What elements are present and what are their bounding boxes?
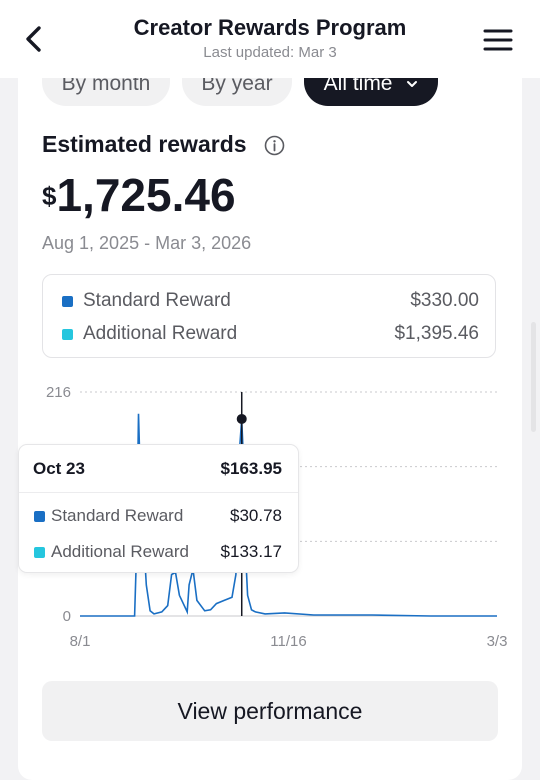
- scrollbar[interactable]: [531, 322, 536, 432]
- chart-tooltip: Oct 23 $163.95 Standard Reward $30.78 Ad…: [18, 444, 299, 573]
- tooltip-row-value: $30.78: [230, 506, 282, 525]
- tooltip-swatch-additional: [34, 547, 45, 558]
- x-tick-label: 11/16: [270, 633, 306, 650]
- x-tick-label: 3/3: [487, 633, 508, 650]
- top-bar: Creator Rewards Program Last updated: Ma…: [0, 0, 540, 78]
- page-title: Creator Rewards Program: [133, 15, 407, 40]
- rewards-chart[interactable]: 216 0 8/1 11/16 3/3: [0, 0, 540, 764]
- tooltip-swatch-standard: [34, 511, 45, 522]
- tooltip-total: $163.95: [220, 459, 282, 478]
- hamburger-menu-icon[interactable]: [482, 26, 514, 54]
- tooltip-row-name: Additional Reward: [51, 542, 189, 561]
- x-tick-label: 8/1: [70, 633, 91, 650]
- tooltip-date: Oct 23: [33, 459, 85, 478]
- chart-cursor-point: [236, 413, 247, 424]
- tooltip-divider: [19, 492, 298, 493]
- tooltip-row-name: Standard Reward: [51, 506, 184, 525]
- tooltip-row-value: $133.17: [220, 542, 282, 561]
- last-updated-text: Last updated: Mar 3: [203, 44, 337, 61]
- tooltip-row-additional: Additional Reward $133.17: [19, 540, 298, 564]
- tooltip-row-standard: Standard Reward $30.78: [19, 504, 298, 528]
- y-tick-label: 216: [46, 384, 71, 401]
- view-performance-button[interactable]: View performance: [42, 681, 498, 741]
- y-tick-label: 0: [63, 608, 71, 625]
